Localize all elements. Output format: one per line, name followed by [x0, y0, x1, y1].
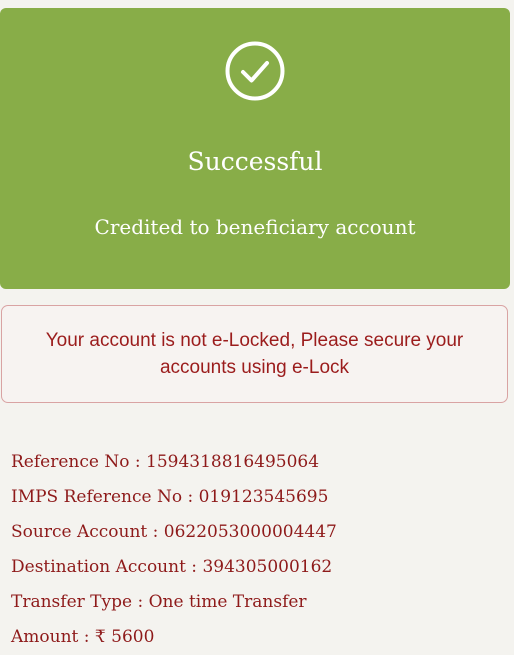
detail-label: IMPS Reference No: [11, 487, 183, 507]
detail-value: ₹ 5600: [94, 627, 155, 647]
detail-transfer-type: Transfer Type : One time Transfer: [11, 592, 307, 612]
detail-value: 0622053000004447: [163, 522, 337, 542]
detail-value: 1594318816495064: [146, 452, 320, 472]
detail-source-account: Source Account : 0622053000004447: [11, 522, 337, 542]
check-circle-icon: [225, 41, 285, 101]
detail-amount: Amount : ₹ 5600: [11, 627, 155, 647]
detail-reference-no: Reference No : 1594318816495064: [11, 452, 320, 472]
detail-value: 394305000162: [202, 557, 333, 577]
detail-destination-account: Destination Account : 394305000162: [11, 557, 333, 577]
transaction-details: Reference No : 1594318816495064 IMPS Ref…: [11, 445, 506, 655]
success-card: Successful Credited to beneficiary accou…: [0, 8, 510, 289]
elock-alert-message: Your account is not e-Locked, Please sec…: [45, 330, 464, 378]
detail-value: 019123545695: [198, 487, 329, 507]
detail-label: Source Account: [11, 522, 148, 542]
detail-label: Amount: [11, 627, 79, 647]
detail-value: One time Transfer: [148, 592, 307, 612]
detail-imps-reference-no: IMPS Reference No : 019123545695: [11, 487, 329, 507]
detail-label: Transfer Type: [11, 592, 133, 612]
success-title: Successful: [187, 147, 323, 176]
success-subtitle: Credited to beneficiary account: [94, 215, 416, 239]
elock-alert: Your account is not e-Locked, Please sec…: [1, 305, 508, 403]
detail-label: Destination Account: [11, 557, 186, 577]
detail-label: Reference No: [11, 452, 130, 472]
